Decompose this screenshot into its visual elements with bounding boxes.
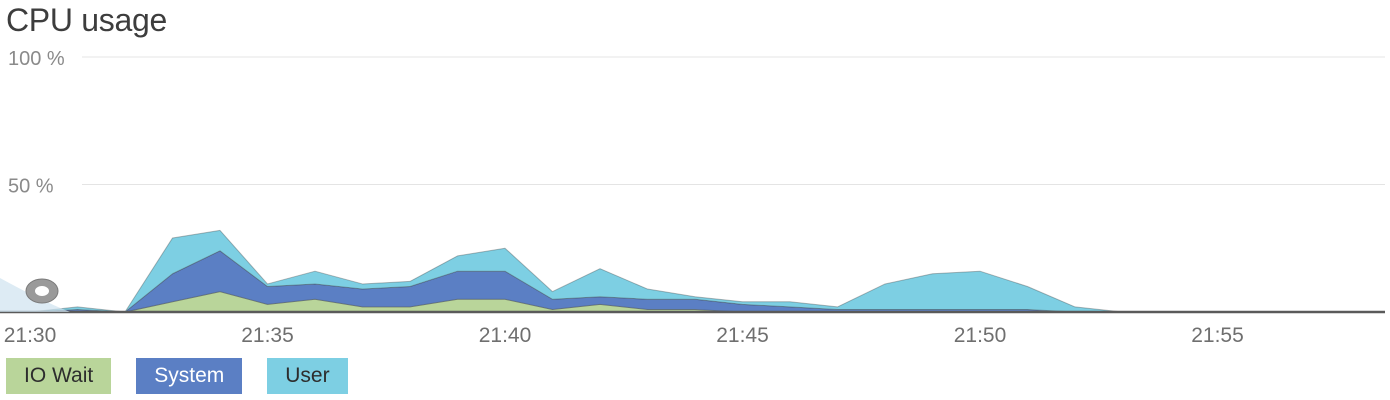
y-tick-label: 100 % [8,48,65,70]
x-tick-label: 21:55 [1191,324,1244,347]
legend-item-io-wait[interactable]: IO Wait [6,358,112,394]
x-tick-label: 21:40 [479,324,532,347]
legend-item-system[interactable]: System [136,358,243,394]
chart-legend: IO Wait System User [6,358,373,394]
grid-layer [82,56,1385,185]
cpu-usage-chart: 100 % 50 % 21:30 21:35 21:40 21:45 21:50 21:55 [0,48,1385,347]
range-handle-dot [35,286,49,296]
legend-item-user[interactable]: User [267,358,348,394]
x-tick-label: 21:30 [4,324,57,347]
x-tick-label: 21:45 [716,324,769,347]
y-tick-label: 50 % [8,176,54,198]
x-tick-label: 21:50 [954,324,1007,347]
range-handle[interactable] [0,278,70,312]
x-tick-label: 21:35 [241,324,294,347]
series-layer [29,229,1361,313]
